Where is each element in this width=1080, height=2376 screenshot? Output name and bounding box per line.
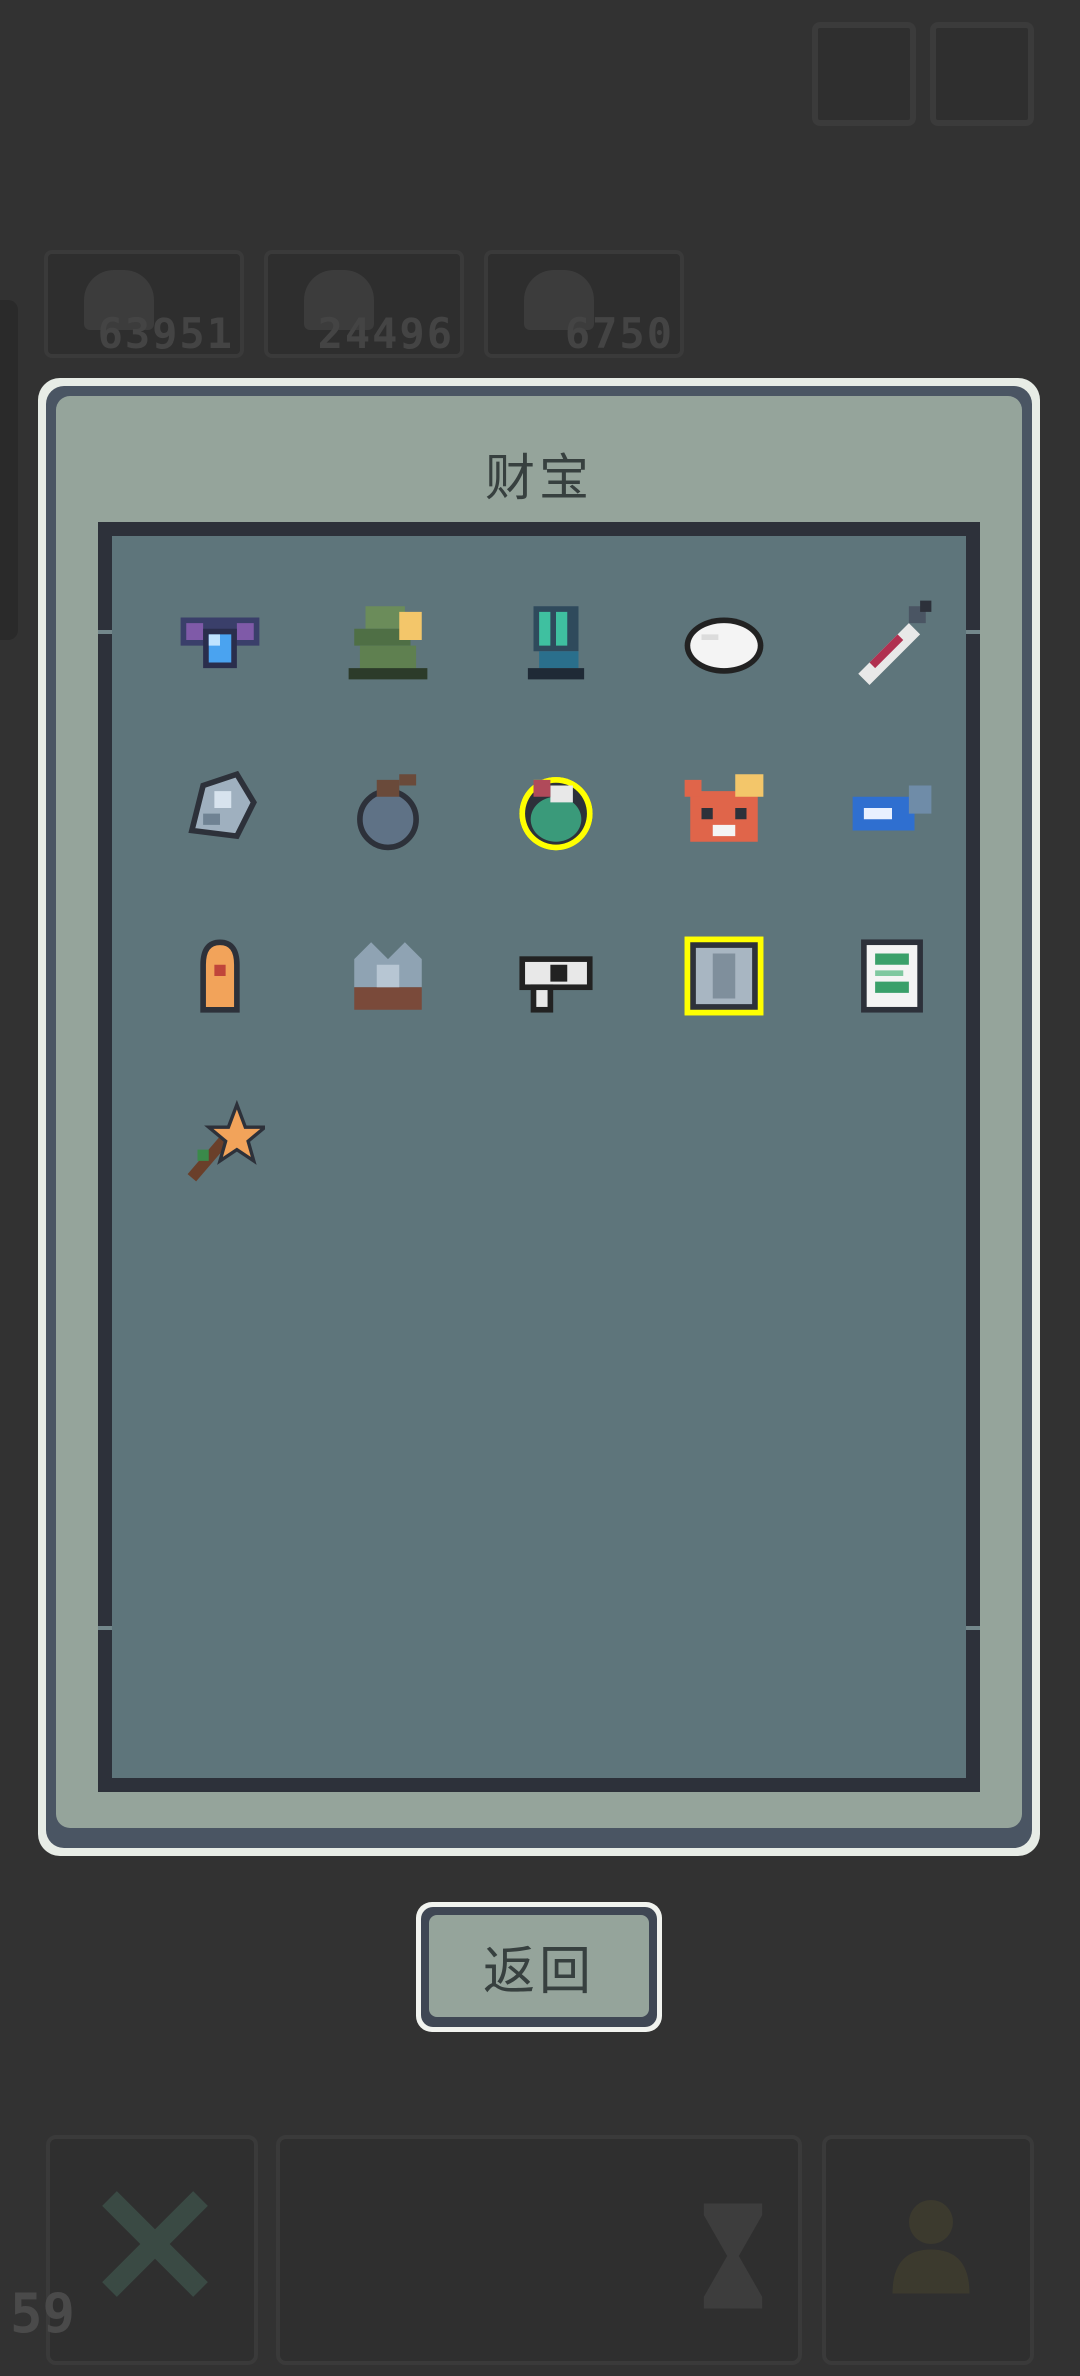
close-slot[interactable] [46, 2135, 258, 2365]
frame-bolt [98, 630, 112, 634]
treasure-modal: 财宝 [38, 378, 1040, 1856]
side-tab[interactable] [0, 300, 18, 640]
orange-bullet-icon[interactable] [170, 926, 270, 1026]
blue-orb-amulet-icon[interactable] [170, 590, 270, 690]
top-button-1[interactable] [812, 22, 916, 126]
scroll-icon[interactable] [842, 926, 942, 1026]
grenade-icon[interactable] [338, 758, 438, 858]
star-wand-icon[interactable] [170, 1094, 270, 1194]
armored-glove-icon[interactable] [506, 590, 606, 690]
green-helmet-icon[interactable] [338, 590, 438, 690]
frame-bolt [98, 1626, 112, 1630]
syringe-icon[interactable] [842, 590, 942, 690]
red-panda-mask-icon[interactable] [674, 758, 774, 858]
resource-counter-1: 63951 [44, 250, 244, 358]
back-button[interactable]: 返回 [416, 1902, 662, 2032]
stone-tablet-icon[interactable] [674, 926, 774, 1026]
white-dumpling-icon[interactable] [674, 590, 774, 690]
center-slot[interactable] [276, 2135, 802, 2365]
frame-bolt [966, 630, 980, 634]
spiked-armor-icon[interactable] [338, 926, 438, 1026]
item-grid-frame [98, 522, 980, 1792]
item-grid [98, 536, 980, 1778]
blue-ticket-icon[interactable] [842, 758, 942, 858]
hourglass-icon [703, 2203, 763, 2309]
top-button-2[interactable] [930, 22, 1034, 126]
green-potion-icon[interactable] [506, 758, 606, 858]
resource-counter-3: 6750 [484, 250, 684, 358]
hero-icon [892, 2200, 970, 2294]
frame-bolt [966, 1626, 980, 1630]
back-button-label: 返回 [429, 1915, 649, 2017]
close-icon [102, 2191, 208, 2297]
modal-title: 财宝 [485, 449, 593, 507]
hero-slot[interactable] [822, 2135, 1034, 2365]
level-label: 59 [10, 2282, 76, 2345]
eye-key-icon[interactable] [506, 926, 606, 1026]
crystal-ore-icon[interactable] [170, 758, 270, 858]
resource-counter-2: 24496 [264, 250, 464, 358]
